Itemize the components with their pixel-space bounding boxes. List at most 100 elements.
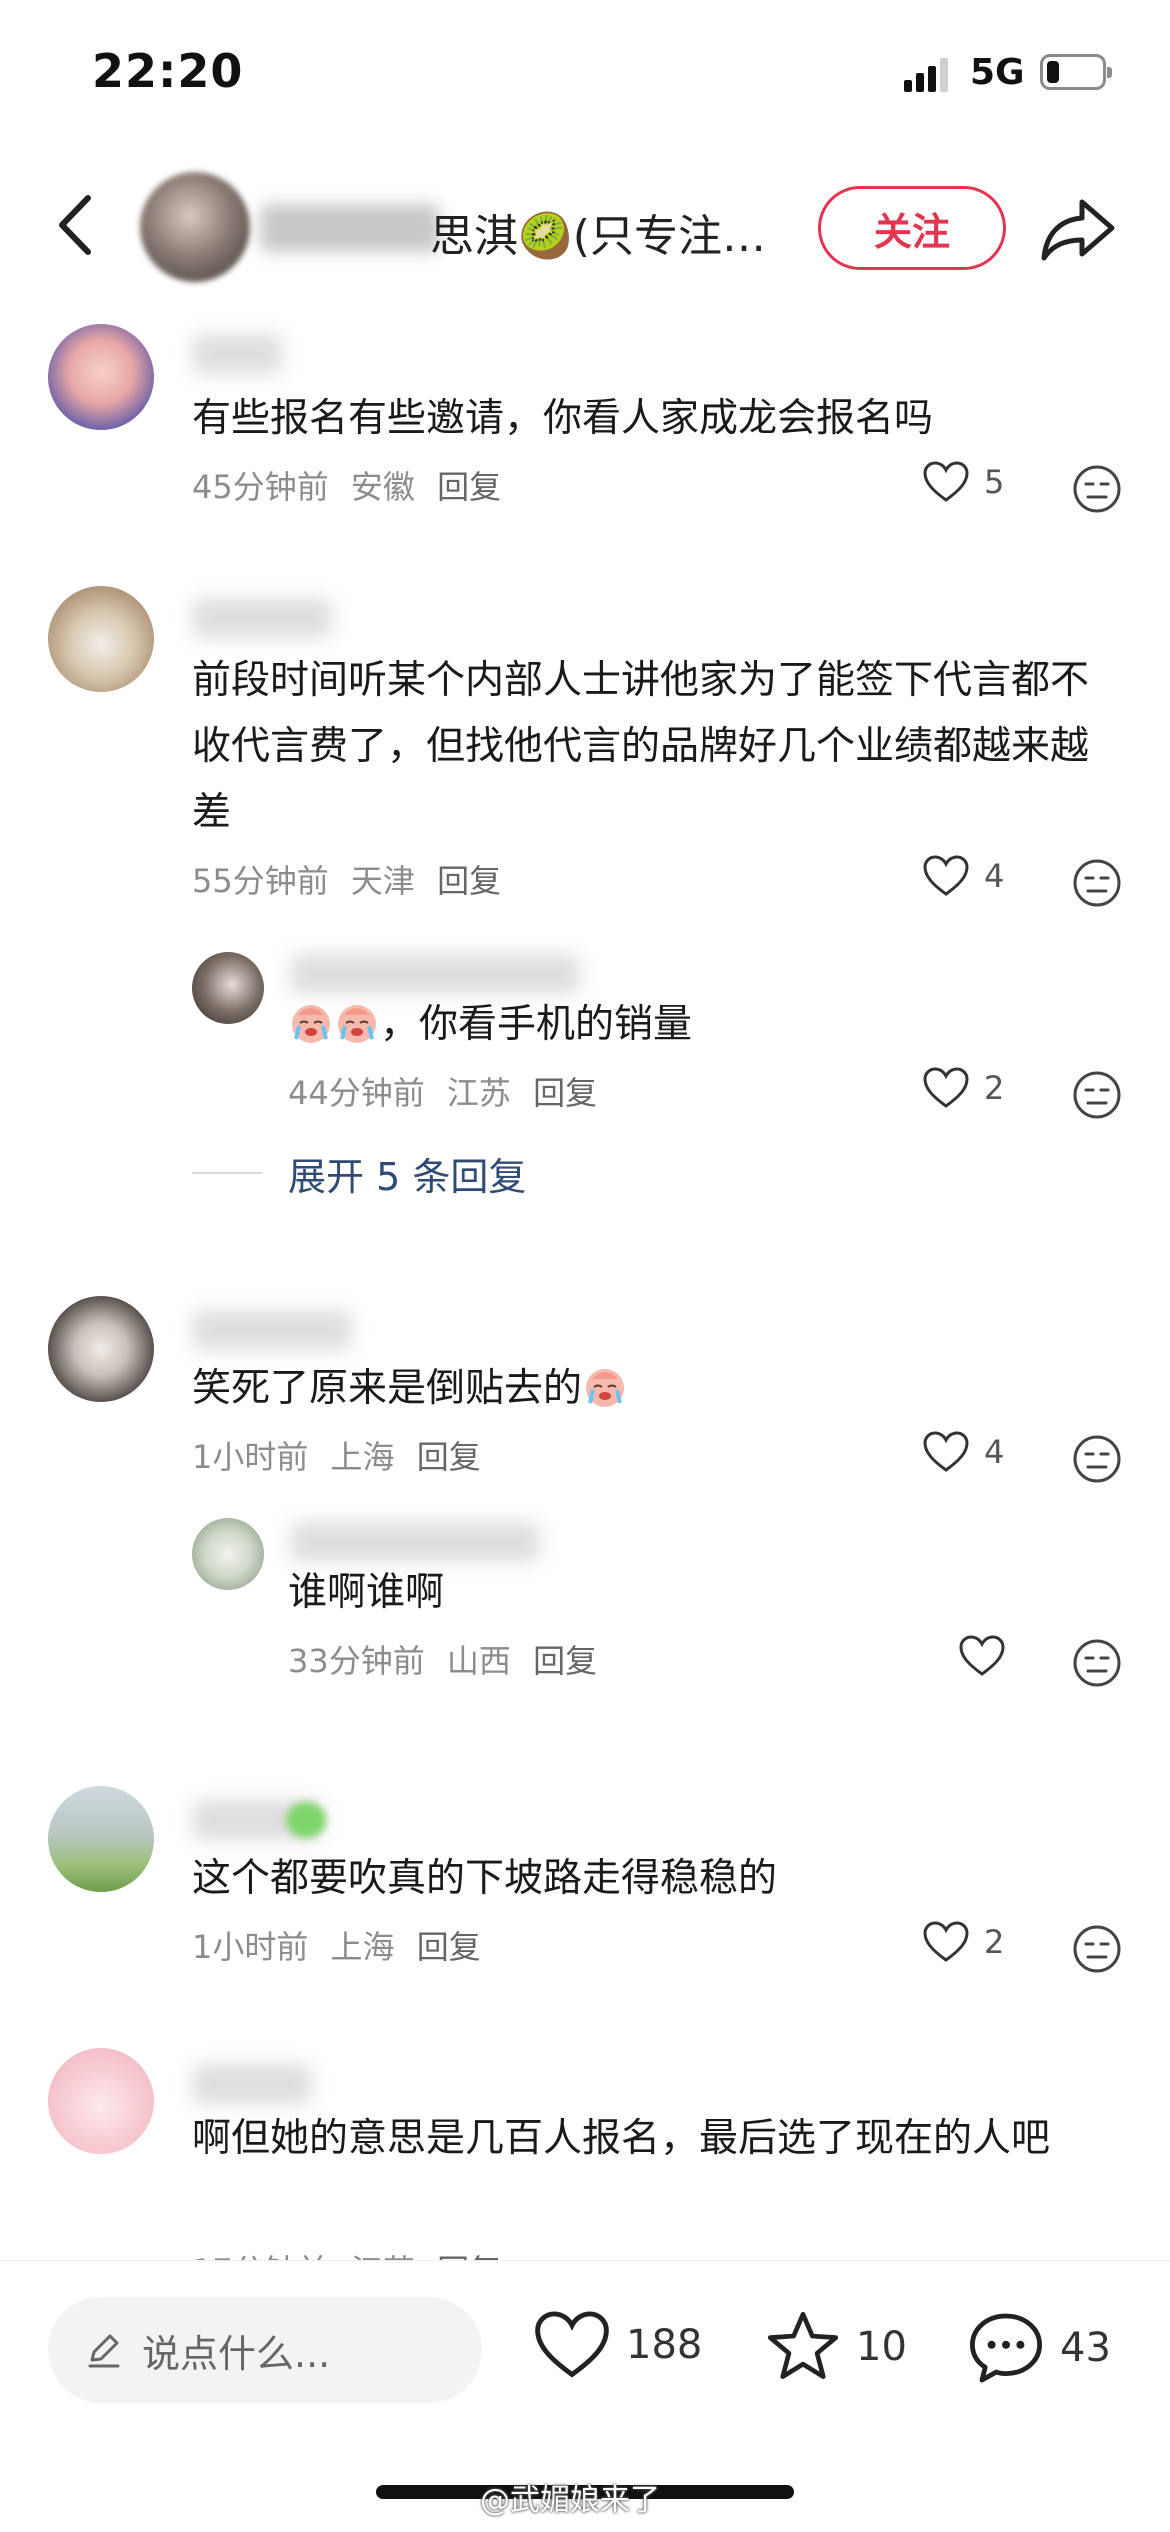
pencil-icon [88, 2334, 120, 2368]
reply-button[interactable]: 回复 [533, 1642, 597, 1680]
comment-like-button[interactable] [958, 1634, 1020, 1678]
dislike-face-icon[interactable] [1072, 1638, 1122, 1688]
comment-text: 笑死了原来是倒贴去的 [192, 1356, 1112, 1422]
comment-time: 55分钟前 [192, 862, 329, 900]
dislike-face-icon[interactable] [1072, 858, 1122, 908]
user-avatar[interactable] [48, 586, 154, 692]
heart-icon [923, 1921, 969, 1962]
comment-list[interactable]: 有些报名有些邀请，你看人家成龙会报名吗 45分钟前 安徽 回复 5 前段时间听某… [0, 300, 1170, 2260]
username-blurred[interactable] [290, 1522, 540, 1562]
comment-location: 山西 [446, 1642, 511, 1680]
reply-button[interactable]: 回复 [417, 1928, 481, 1966]
comment-time: 17分钟前 [192, 2252, 329, 2260]
dislike-face-icon[interactable] [1072, 1070, 1122, 1120]
dislike-face-icon[interactable] [1072, 1924, 1122, 1974]
author-avatar[interactable] [140, 172, 250, 282]
comment-meta: 1小时前 上海 回复 [192, 1432, 493, 1478]
author-name[interactable]: 思淇🥝(只专注… [270, 200, 770, 264]
username-blurred[interactable] [192, 334, 282, 374]
comment-body: 笑死了原来是倒贴去的 [192, 1366, 583, 1411]
heart-icon [923, 855, 969, 896]
note-header: 思淇🥝(只专注… 关注 [0, 160, 1170, 290]
reply-button[interactable]: 回复 [417, 1438, 481, 1476]
comment-text: ，你看手机的销量 [288, 992, 1108, 1058]
status-bar: 22:20 5G [0, 0, 1170, 150]
username-blurred[interactable] [290, 954, 580, 994]
comment-location: 江苏 [351, 2252, 415, 2260]
reply-text: ，你看手机的销量 [380, 1002, 693, 1047]
comment-time: 45分钟前 [192, 468, 329, 506]
reply-button[interactable]: 回复 [437, 2252, 501, 2260]
collect-count: 10 [856, 2324, 907, 2370]
comment-like-button[interactable]: 4 [922, 854, 1004, 898]
comment-time: 44分钟前 [288, 1074, 425, 1112]
user-avatar[interactable] [48, 2048, 154, 2154]
comment-meta: 17分钟前 江苏 回复 [192, 2246, 513, 2260]
heart-icon [923, 461, 969, 502]
crying-face-emoji-icon [586, 1369, 625, 1407]
back-icon[interactable] [48, 190, 108, 260]
comment-location: 江苏 [446, 1074, 511, 1112]
heart-icon [923, 1067, 969, 1108]
like-button[interactable]: 188 [532, 2309, 702, 2381]
like-count: 2 [984, 1923, 1005, 1961]
comment-text: 有些报名有些邀请，你看人家成龙会报名吗 [192, 396, 934, 441]
battery-icon [1040, 54, 1112, 90]
comment-meta: 33分钟前 山西 回复 [288, 1636, 609, 1682]
comment-button[interactable]: 43 [966, 2309, 1111, 2387]
cellular-signal-icon [904, 58, 948, 92]
reply-button[interactable]: 回复 [437, 468, 501, 506]
star-icon [767, 2311, 839, 2379]
user-avatar[interactable] [192, 952, 264, 1024]
comment-meta: 1小时前 上海 回复 [192, 1922, 493, 1968]
network-type: 5G [970, 52, 1025, 93]
reply-button[interactable]: 回复 [437, 862, 501, 900]
comment-location: 上海 [330, 1928, 395, 1966]
comment-text: 这个都要吹真的下坡路走得稳稳的 [192, 1856, 778, 1901]
like-count: 5 [984, 463, 1005, 501]
comment-text: 啊但她的意思是几百人报名，最后选了现在的人吧 [192, 2116, 1051, 2161]
user-avatar[interactable] [192, 1518, 264, 1590]
dislike-face-icon[interactable] [1072, 464, 1122, 514]
comment-time: 33分钟前 [288, 1642, 425, 1680]
user-avatar[interactable] [48, 1296, 154, 1402]
dislike-face-icon[interactable] [1072, 1434, 1122, 1484]
username-blurred[interactable] [192, 2064, 312, 2104]
heart-icon [959, 1635, 1005, 1676]
comment-meta: 45分钟前 安徽 回复 [192, 462, 513, 508]
expand-divider [192, 1172, 262, 1174]
username-blurred[interactable] [192, 598, 332, 638]
comment-input[interactable]: 说点什么... [48, 2297, 482, 2403]
comment-location: 安徽 [350, 468, 415, 506]
comment-location: 上海 [330, 1438, 395, 1476]
input-placeholder: 说点什么... [142, 2331, 331, 2376]
comment-meta: 44分钟前 江苏 回复 [288, 1068, 609, 1114]
comment-like-button[interactable]: 2 [922, 1920, 1004, 1964]
heart-icon [535, 2311, 609, 2378]
username-blurred[interactable] [192, 1310, 352, 1350]
status-time: 22:20 [92, 44, 244, 98]
follow-button[interactable]: 关注 [818, 186, 1006, 270]
comment-like-button[interactable]: 4 [922, 1430, 1004, 1474]
collect-button[interactable]: 10 [764, 2309, 907, 2385]
like-count: 4 [984, 857, 1005, 895]
comment-location: 天津 [350, 862, 415, 900]
like-count: 4 [984, 1433, 1005, 1471]
reply-button[interactable]: 回复 [533, 1074, 597, 1112]
comment-time: 1小时前 [192, 1438, 309, 1476]
comment-time: 1小时前 [192, 1928, 309, 1966]
share-icon[interactable] [1040, 196, 1116, 262]
like-count: 188 [626, 2322, 703, 2368]
bottom-action-bar: 说点什么... 188 10 43 @武媚娘来了 [0, 2260, 1170, 2532]
crying-face-emoji-icon [338, 1005, 376, 1043]
user-avatar[interactable] [48, 324, 154, 430]
comment-text: 谁啊谁啊 [288, 1570, 445, 1615]
crying-face-emoji-icon [292, 1005, 330, 1043]
expand-replies-button[interactable]: 展开 5 条回复 [288, 1146, 526, 1201]
comment-bubble-icon [970, 2313, 1042, 2383]
comment-like-button[interactable]: 5 [922, 460, 1004, 504]
comment-like-button[interactable]: 2 [922, 1066, 1004, 1110]
user-avatar[interactable] [48, 1786, 154, 1892]
comment-count: 43 [1060, 2325, 1111, 2371]
comment-text: 前段时间听某个内部人士讲他家为了能签下代言都不收代言费了，但找他代言的品牌好几个… [192, 658, 1090, 835]
